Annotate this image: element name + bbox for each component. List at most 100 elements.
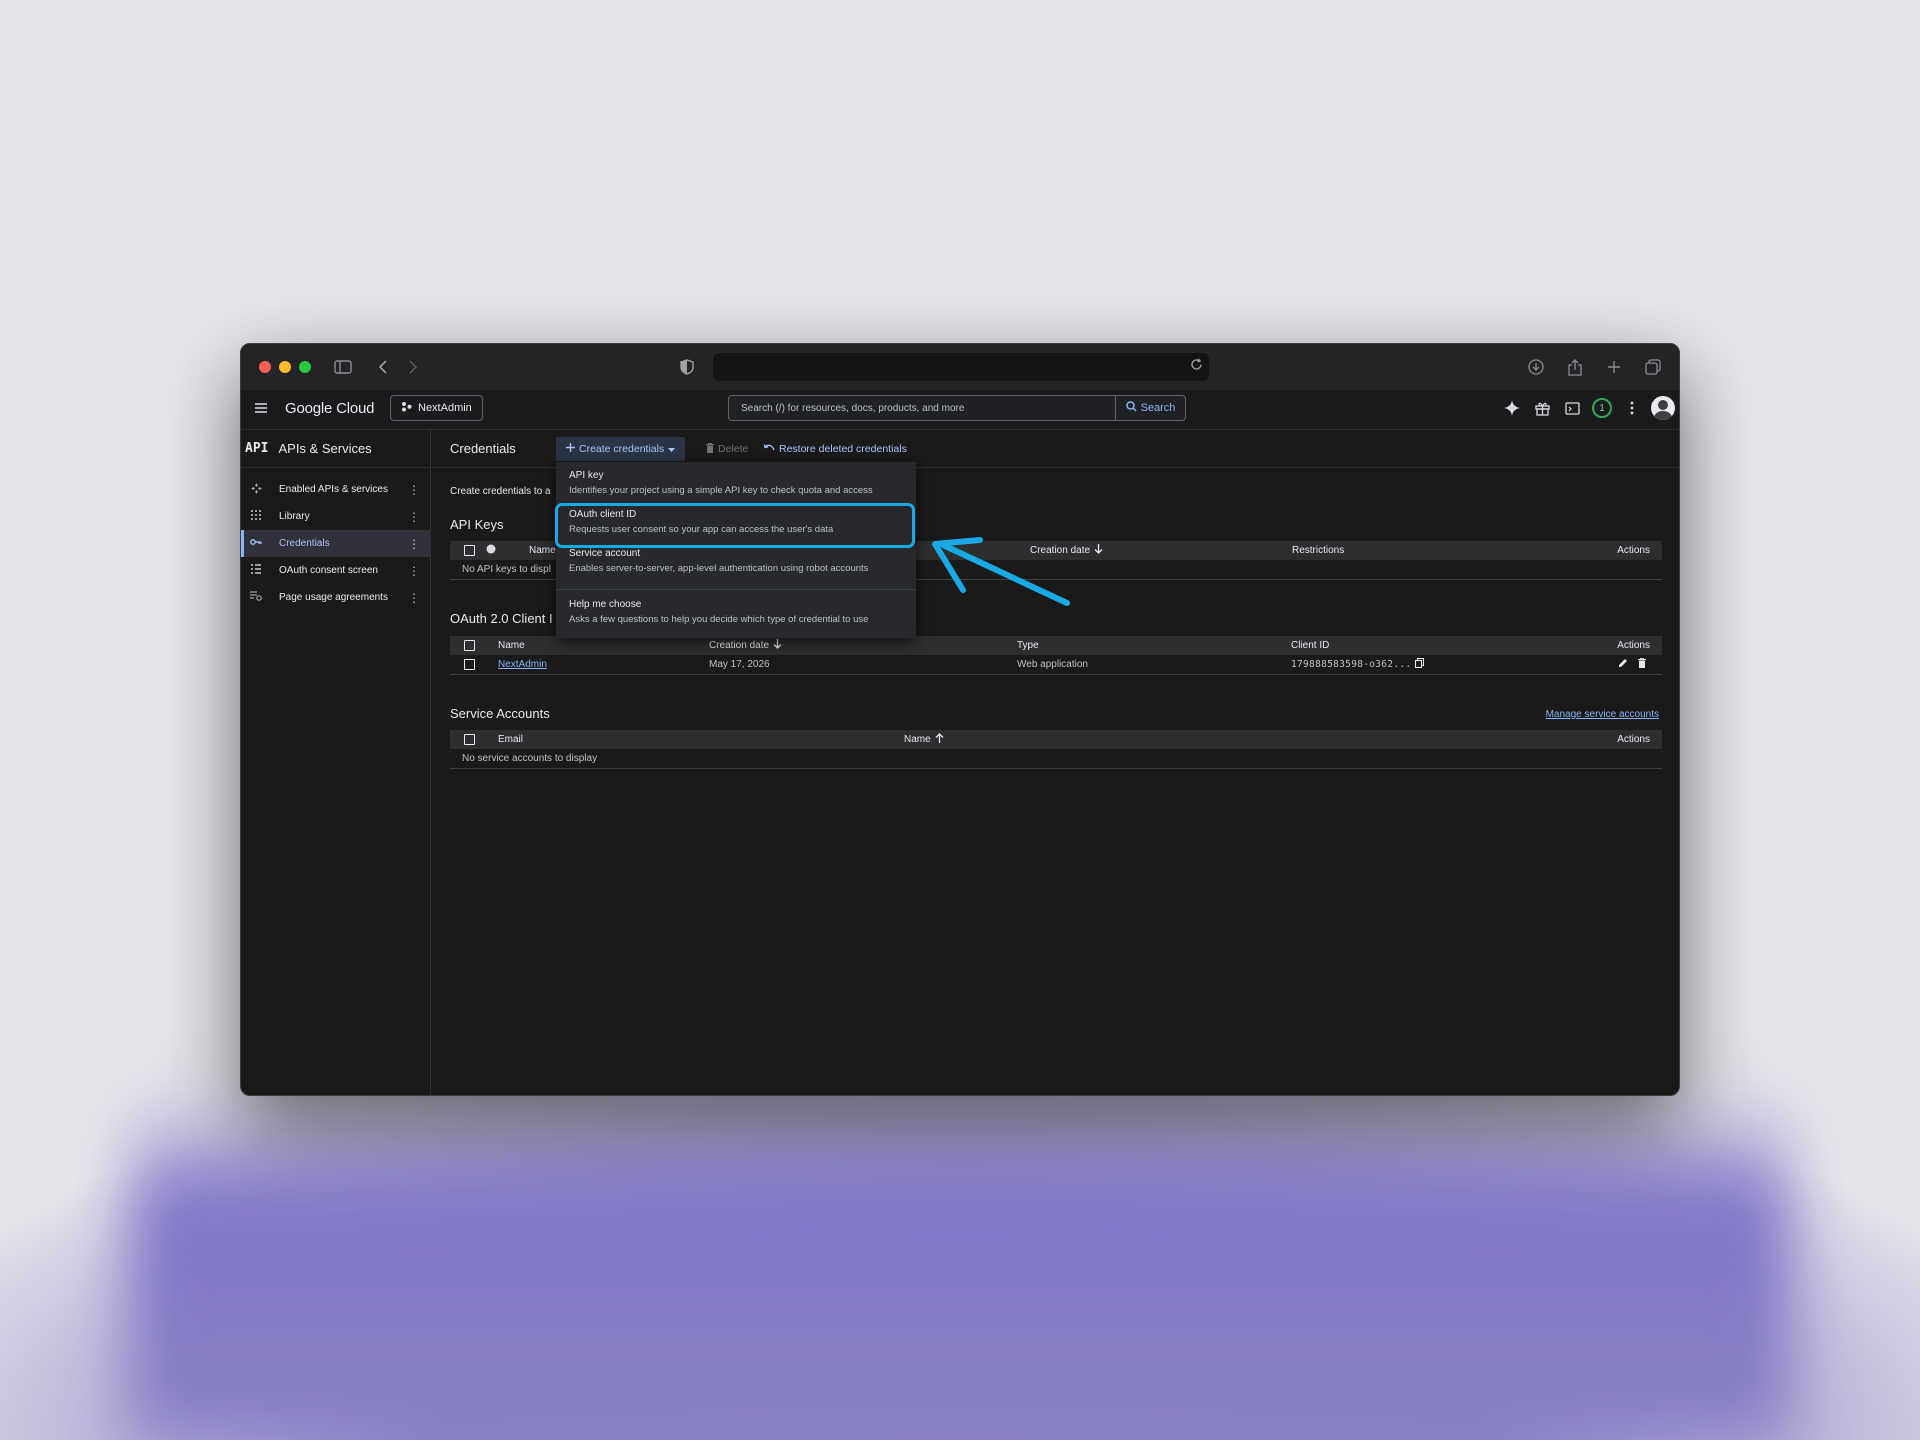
menu-item-description: Identifies your project using a simple A… <box>569 485 873 496</box>
oauth-icon <box>249 564 263 577</box>
privacy-shield-icon[interactable] <box>675 344 699 390</box>
tab-overview-icon[interactable] <box>1641 344 1665 390</box>
more-vert-icon[interactable]: ⋮ <box>408 564 420 578</box>
sidebar-item-label: Library <box>279 511 310 522</box>
sidebar-item-label: Enabled APIs & services <box>279 484 388 495</box>
minimize-window-button[interactable] <box>279 361 291 373</box>
more-options-icon[interactable] <box>1621 395 1643 421</box>
agreements-icon <box>249 591 263 604</box>
more-vert-icon[interactable]: ⋮ <box>408 510 420 524</box>
restore-deleted-credentials-button[interactable]: Restore deleted credentials <box>763 437 907 461</box>
account-avatar[interactable] <box>1651 396 1675 420</box>
column-header-actions: Actions <box>1617 640 1650 651</box>
column-header-email[interactable]: Email <box>498 734 523 745</box>
column-header-name[interactable]: Name <box>498 640 525 651</box>
sidebar-title: APIs & Services <box>278 441 372 456</box>
delete-label: Delete <box>718 443 749 455</box>
menu-item-help-me-choose[interactable]: Help me choose Asks a few questions to h… <box>556 599 916 625</box>
notification-count: 1 <box>1599 402 1605 414</box>
menu-item-description: Asks a few questions to help you decide … <box>569 614 869 625</box>
sidebar-toggle-icon[interactable] <box>331 344 355 390</box>
menu-item-title: Help me choose <box>569 599 642 610</box>
search-input[interactable] <box>729 396 1115 420</box>
project-name: NextAdmin <box>418 402 472 414</box>
cloud-shell-icon[interactable] <box>1561 395 1583 421</box>
notifications-button[interactable]: 1 <box>1591 395 1613 421</box>
browser-window: Google Cloud NextAdmin Search (/) for re… <box>240 343 1680 1096</box>
google-cloud-logo[interactable]: Google Cloud <box>285 400 375 417</box>
sidebar-item-credentials[interactable]: Credentials ⋮ <box>241 530 430 557</box>
select-all-checkbox[interactable] <box>464 640 475 651</box>
manage-service-accounts-link[interactable]: Manage service accounts <box>1546 709 1659 720</box>
arrow-up-icon <box>935 733 944 746</box>
empty-message: No API keys to displ <box>462 564 551 575</box>
highlight-box-annotation <box>555 503 915 548</box>
copy-icon[interactable] <box>1415 657 1425 671</box>
more-vert-icon[interactable]: ⋮ <box>408 537 420 551</box>
close-window-button[interactable] <box>259 361 271 373</box>
table-header: Name Creation date Type Client ID Action… <box>450 636 1662 655</box>
forward-icon[interactable] <box>401 344 425 390</box>
restore-label: Restore deleted credentials <box>779 443 907 455</box>
api-logo: API <box>245 441 269 456</box>
reload-icon[interactable] <box>1190 358 1203 374</box>
sidebar-nav: Enabled APIs & services ⋮ Library ⋮ Cred… <box>241 468 430 611</box>
undo-icon <box>763 443 775 455</box>
pointer-arrow-annotation <box>932 537 1070 606</box>
column-header-actions: Actions <box>1617 545 1650 556</box>
arrow-down-icon <box>1094 544 1103 557</box>
sidebar-item-oauth-consent[interactable]: OAuth consent screen ⋮ <box>241 557 430 584</box>
creation-date-cell: May 17, 2026 <box>709 659 770 670</box>
create-credentials-button[interactable]: Create credentials <box>556 437 686 461</box>
column-header-name[interactable]: Name <box>529 545 556 556</box>
sidebar-header: API APIs & Services <box>241 430 430 468</box>
service-accounts-title: Service Accounts <box>450 706 550 721</box>
menu-item-title: API key <box>569 470 604 481</box>
downloads-icon[interactable] <box>1524 344 1548 390</box>
dropdown-arrow-icon <box>668 443 676 455</box>
page-title: Credentials <box>450 441 516 456</box>
menu-item-service-account[interactable]: Service account Enables server-to-server… <box>556 548 916 574</box>
column-header-creation-date[interactable]: Creation date <box>709 640 769 651</box>
more-vert-icon[interactable]: ⋮ <box>408 483 420 497</box>
table-header: Email Name Actions <box>450 730 1662 749</box>
back-icon[interactable] <box>371 344 395 390</box>
column-header-restrictions: Restrictions <box>1292 545 1345 556</box>
search-bar: Search <box>728 395 1186 421</box>
column-header-name[interactable]: Name <box>904 734 931 745</box>
sidebar-item-page-usage[interactable]: Page usage agreements ⋮ <box>241 584 430 611</box>
delete-icon[interactable] <box>1638 657 1646 671</box>
column-header-actions: Actions <box>1617 734 1650 745</box>
sidebar-item-enabled-apis[interactable]: Enabled APIs & services ⋮ <box>241 476 430 503</box>
new-tab-icon[interactable] <box>1602 344 1626 390</box>
address-bar[interactable] <box>713 353 1209 381</box>
empty-message: No service accounts to display <box>462 753 598 764</box>
sidebar-item-label: Page usage agreements <box>279 592 388 603</box>
select-all-checkbox[interactable] <box>464 545 475 556</box>
share-icon[interactable] <box>1563 344 1587 390</box>
gift-icon[interactable] <box>1531 395 1553 421</box>
service-accounts-table: Email Name Actions No service accounts t… <box>450 730 1662 769</box>
gemini-sparkle-icon[interactable] <box>1501 395 1523 421</box>
trash-icon <box>706 442 714 456</box>
menu-icon[interactable] <box>253 400 269 416</box>
menu-item-description: Enables server-to-server, app-level auth… <box>569 563 869 574</box>
library-icon <box>249 510 263 523</box>
edit-icon[interactable] <box>1618 658 1628 671</box>
api-keys-title: API Keys <box>450 517 504 532</box>
sidebar-item-library[interactable]: Library ⋮ <box>241 503 430 530</box>
search-button[interactable]: Search <box>1115 396 1185 420</box>
menu-item-api-key[interactable]: API key Identifies your project using a … <box>556 470 916 496</box>
gcp-header: Google Cloud NextAdmin Search (/) for re… <box>241 390 1679 430</box>
select-all-checkbox[interactable] <box>464 734 475 745</box>
header-actions: 1 <box>1501 395 1675 421</box>
plus-icon <box>566 443 575 455</box>
row-checkbox[interactable] <box>464 659 475 670</box>
more-vert-icon[interactable]: ⋮ <box>408 591 420 605</box>
project-selector[interactable]: NextAdmin <box>390 395 483 421</box>
maximize-window-button[interactable] <box>299 361 311 373</box>
create-credentials-menu: API key Identifies your project using a … <box>556 462 916 638</box>
delete-button[interactable]: Delete <box>706 437 748 461</box>
client-name-link[interactable]: NextAdmin <box>498 659 547 670</box>
type-cell: Web application <box>1017 659 1088 670</box>
